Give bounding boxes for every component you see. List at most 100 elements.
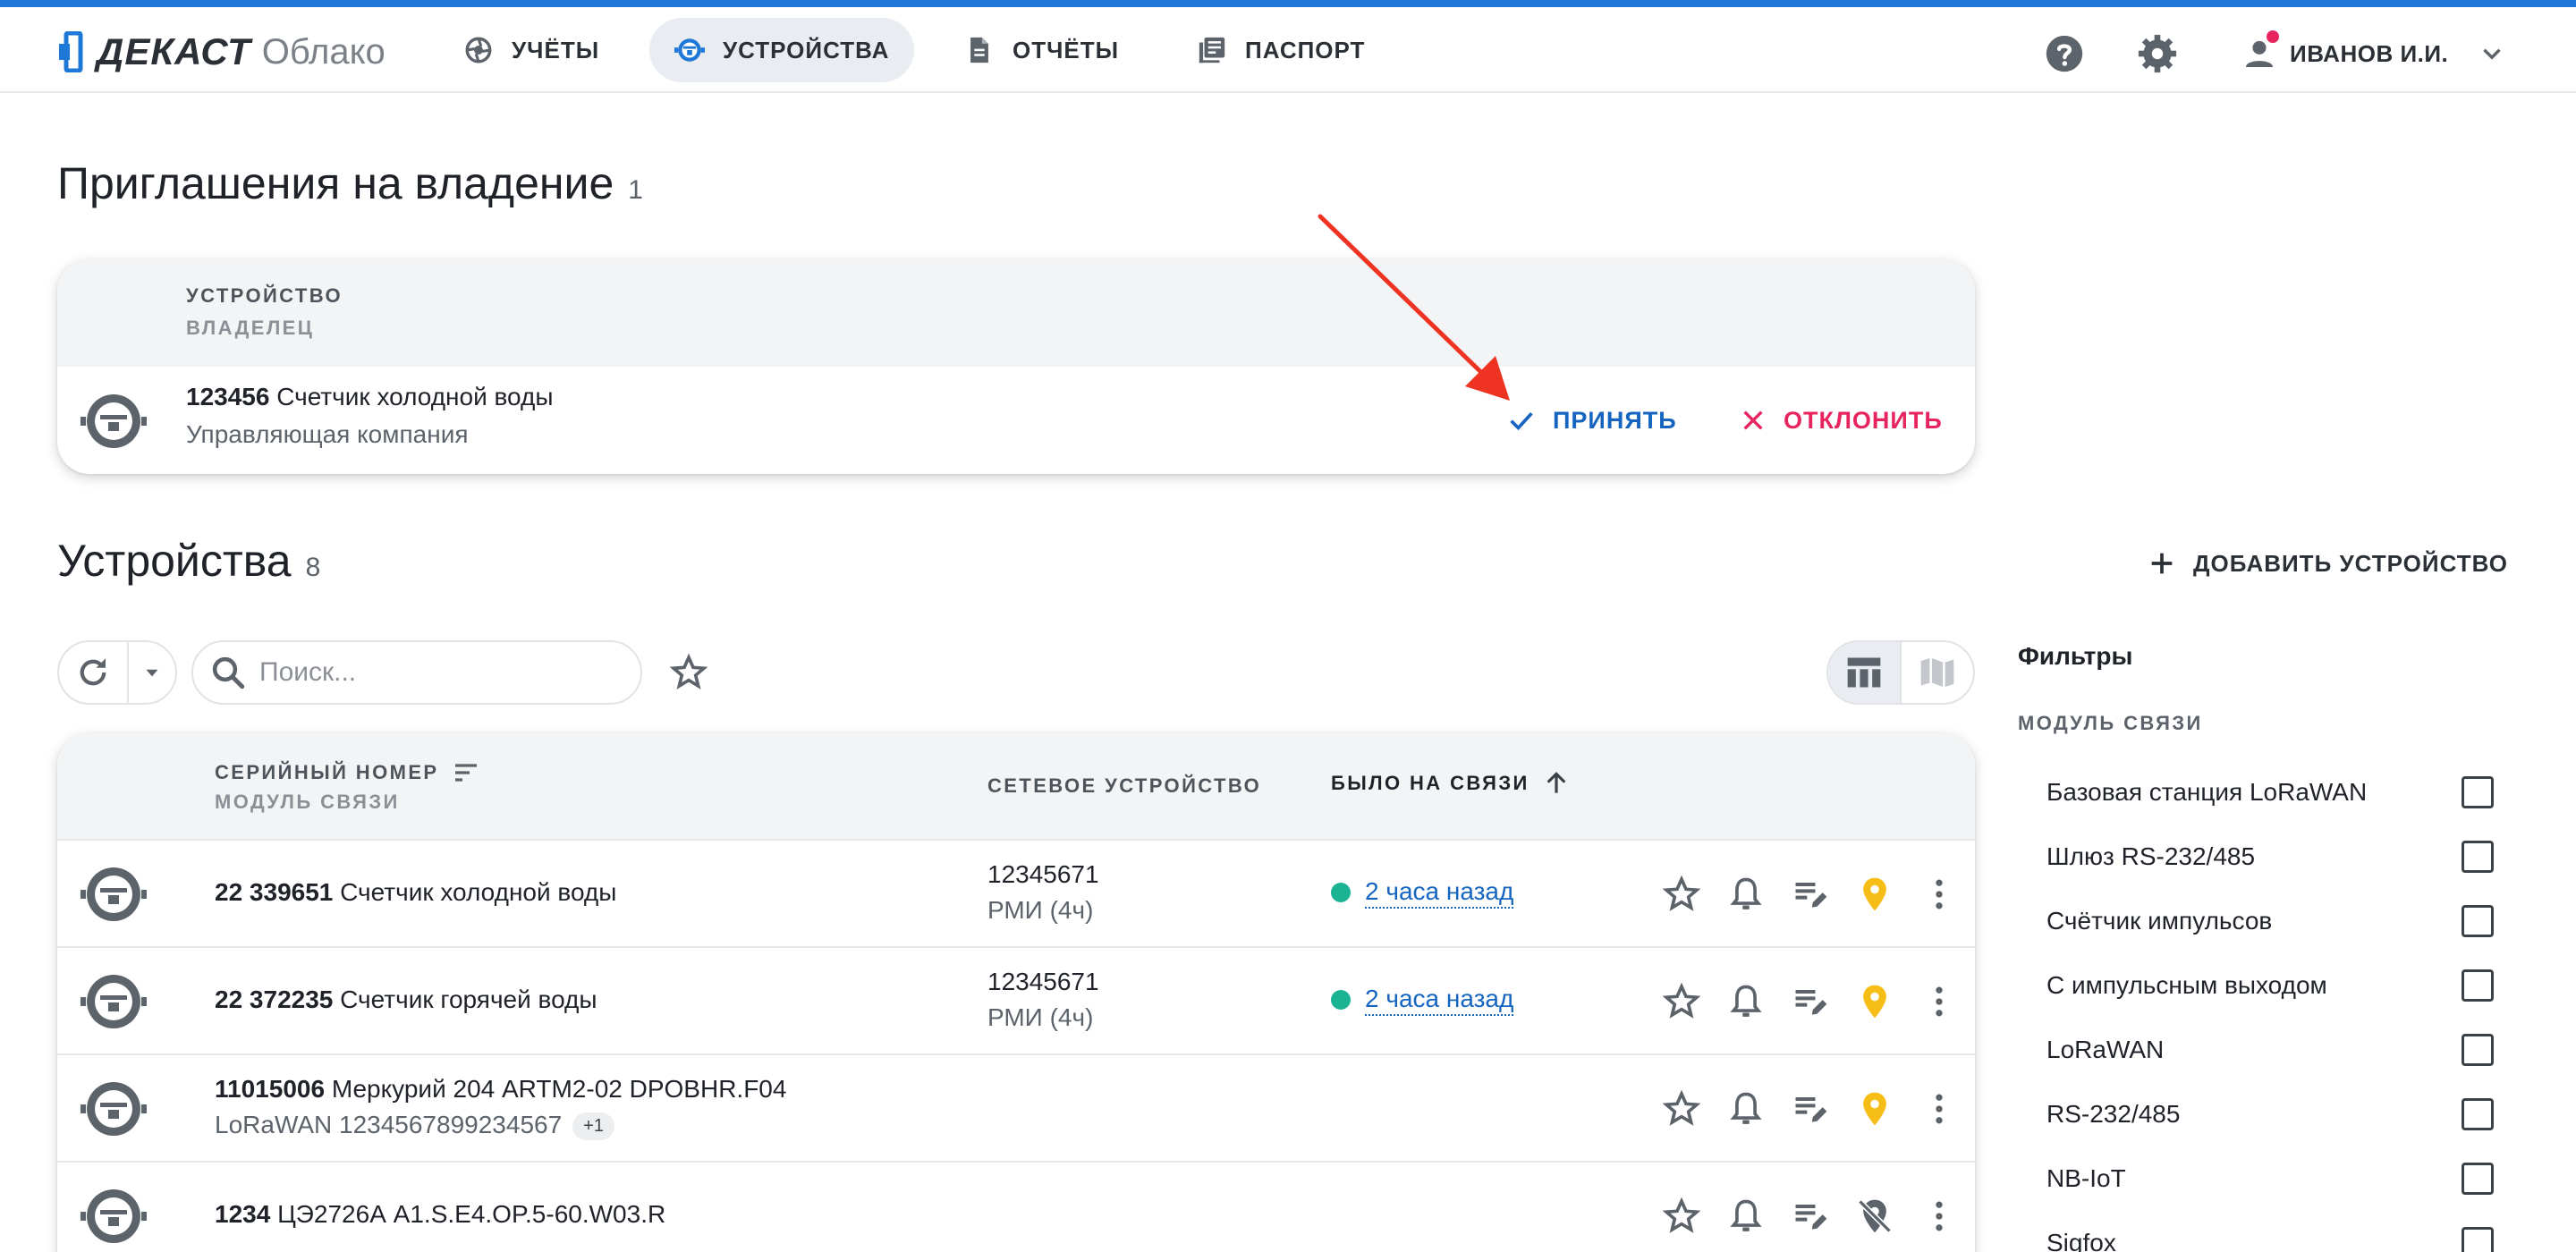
device-title: 22 372235 Счетчик горячей воды (215, 986, 597, 1014)
aperture-icon (465, 37, 492, 63)
edit-notes-icon[interactable] (1791, 875, 1830, 914)
meter-icon (80, 394, 147, 448)
location-pin-icon[interactable] (1855, 982, 1894, 1021)
filter-checkbox[interactable] (2462, 841, 2494, 873)
refresh-button[interactable] (59, 642, 129, 703)
star-icon[interactable] (1662, 1089, 1701, 1129)
accept-label: ПРИНЯТЬ (1553, 406, 1677, 434)
nav-item-accounts[interactable]: УЧЁТЫ (438, 18, 624, 82)
filter-checkbox[interactable] (2462, 1227, 2494, 1252)
logo-mark-icon (59, 31, 83, 72)
nav-item-label: ОТЧЁТЫ (1013, 36, 1120, 63)
filter-item[interactable]: Шлюз RS-232/485 (2046, 830, 2494, 884)
filter-item[interactable]: Sigfox (2046, 1216, 2494, 1252)
meter-icon (80, 975, 147, 1028)
logo[interactable]: ДЕКАСТ Облако (59, 29, 386, 75)
star-icon[interactable] (1662, 1197, 1701, 1236)
invitations-header: УСТРОЙСТВО ВЛАДЕЛЕЦ (57, 259, 1975, 367)
star-icon[interactable] (1662, 982, 1701, 1021)
nav-item-devices[interactable]: УСТРОЙСТВА (649, 18, 915, 82)
bell-icon[interactable] (1726, 1089, 1766, 1129)
filter-checkbox[interactable] (2462, 776, 2494, 808)
section-title: Устройства (57, 536, 292, 586)
user-name: ИВАНОВ И.И. (2290, 39, 2449, 67)
table-row[interactable]: 1234 ЦЭ2726А А1.S.E4.OP.5-60.W03.R (57, 1161, 1975, 1252)
edit-notes-icon[interactable] (1791, 982, 1830, 1021)
bell-icon[interactable] (1726, 1197, 1766, 1236)
invitation-device: 123456 Счетчик холодной воды (186, 383, 553, 411)
filter-item[interactable]: Счётчик импульсов (2046, 894, 2494, 948)
device-name: ЦЭ2726А А1.S.E4.OP.5-60.W03.R (277, 1200, 666, 1228)
online-dot (1331, 883, 1351, 902)
user-avatar (2241, 30, 2279, 72)
device-serial: 22 372235 (215, 986, 334, 1013)
refresh-icon (80, 658, 106, 686)
device-serial: 11015006 (215, 1075, 326, 1103)
map-icon (1920, 657, 1954, 688)
column-last-seen[interactable]: БЫЛО НА СВЯЗИ (1331, 769, 1571, 798)
meter-icon (80, 867, 147, 921)
more-vertical-icon[interactable] (1919, 875, 1959, 914)
table-row[interactable]: 22 372235 Счетчик горячей воды 12345671 … (57, 946, 1975, 1053)
filter-checkbox[interactable] (2462, 905, 2494, 937)
last-seen-link[interactable]: 2 часа назад (1365, 876, 1514, 909)
location-pin-icon[interactable] (1855, 1089, 1894, 1129)
edit-notes-icon[interactable] (1791, 1089, 1830, 1129)
location-pin-icon[interactable] (1855, 875, 1894, 914)
invitation-owner: Управляющая компания (186, 420, 469, 448)
decline-button[interactable]: ОТКЛОНИТЬ (1739, 393, 1943, 447)
filter-checkbox[interactable] (2462, 1163, 2494, 1195)
add-device-button[interactable]: ДОБАВИТЬ УСТРОЙСТВО (2147, 540, 2508, 587)
device-serial: 123456 (186, 383, 270, 410)
filter-item[interactable]: RS-232/485 (2046, 1087, 2494, 1141)
extra-modules-badge[interactable]: +1 (572, 1112, 614, 1141)
caret-down-icon (146, 669, 158, 677)
more-vertical-icon[interactable] (1919, 1089, 1959, 1129)
meter-icon (674, 38, 705, 62)
filter-checkbox[interactable] (2462, 1034, 2494, 1066)
page-title: Приглашения на владение (57, 158, 614, 208)
column-network[interactable]: СЕТЕВОЕ УСТРОЙСТВО (987, 774, 1261, 798)
filter-item[interactable]: Базовая станция LoRaWAN (2046, 766, 2494, 819)
location-off-icon[interactable] (1855, 1197, 1894, 1236)
gear-icon[interactable] (2138, 34, 2177, 73)
table-row[interactable]: 22 339651 Счетчик холодной воды 12345671… (57, 839, 1975, 946)
edit-notes-icon[interactable] (1791, 1197, 1830, 1236)
star-icon[interactable] (1662, 875, 1701, 914)
plus-icon (2151, 553, 2173, 574)
more-vertical-icon[interactable] (1919, 982, 1959, 1021)
column-serial[interactable]: СЕРИЙНЫЙ НОМЕР (215, 758, 480, 787)
search-field[interactable] (191, 640, 642, 705)
bell-icon[interactable] (1726, 875, 1766, 914)
bell-icon[interactable] (1726, 982, 1766, 1021)
chevron-down-icon (2483, 48, 2501, 60)
devices-table: СЕРИЙНЫЙ НОМЕР МОДУЛЬ СВЯЗИ СЕТЕВОЕ УСТР… (57, 733, 1975, 1252)
filter-checkbox[interactable] (2462, 1098, 2494, 1130)
meter-icon (80, 1189, 147, 1243)
search-input[interactable] (259, 657, 599, 688)
more-vertical-icon[interactable] (1919, 1197, 1959, 1236)
nav-item-reports[interactable]: ОТЧЁТЫ (939, 18, 1144, 82)
check-icon (1510, 411, 1533, 431)
last-seen-link[interactable]: 2 часа назад (1365, 984, 1514, 1016)
filter-checkbox[interactable] (2462, 969, 2494, 1002)
table-view-button[interactable] (1828, 642, 1902, 703)
filters-title: Фильтры (2018, 642, 2133, 670)
table-row[interactable]: 11015006 Меркурий 204 ARTM2-02 DPOBHR.F0… (57, 1053, 1975, 1161)
refresh-options-button[interactable] (129, 642, 175, 703)
device-title: 11015006 Меркурий 204 ARTM2-02 DPOBHR.F0… (215, 1075, 786, 1104)
filter-item[interactable]: LoRaWAN (2046, 1023, 2494, 1077)
close-icon (1743, 410, 1763, 430)
nav-item-label: УСТРОЙСТВА (723, 36, 890, 63)
favorites-filter-star-icon[interactable] (669, 653, 708, 692)
accept-button[interactable]: ПРИНЯТЬ (1506, 393, 1677, 447)
help-icon[interactable] (2045, 34, 2084, 73)
user-menu[interactable]: ИВАНОВ И.И. (2241, 27, 2507, 80)
nav-item-passport[interactable]: ПАСПОРТ (1172, 18, 1390, 82)
filter-item[interactable]: С импульсным выходом (2046, 959, 2494, 1012)
network-device-id: 12345671 (987, 860, 1099, 888)
row-actions (1662, 873, 1959, 916)
refresh-split-button (57, 640, 177, 705)
map-view-button[interactable] (1902, 642, 1973, 703)
filter-item[interactable]: NB-IoT (2046, 1152, 2494, 1205)
